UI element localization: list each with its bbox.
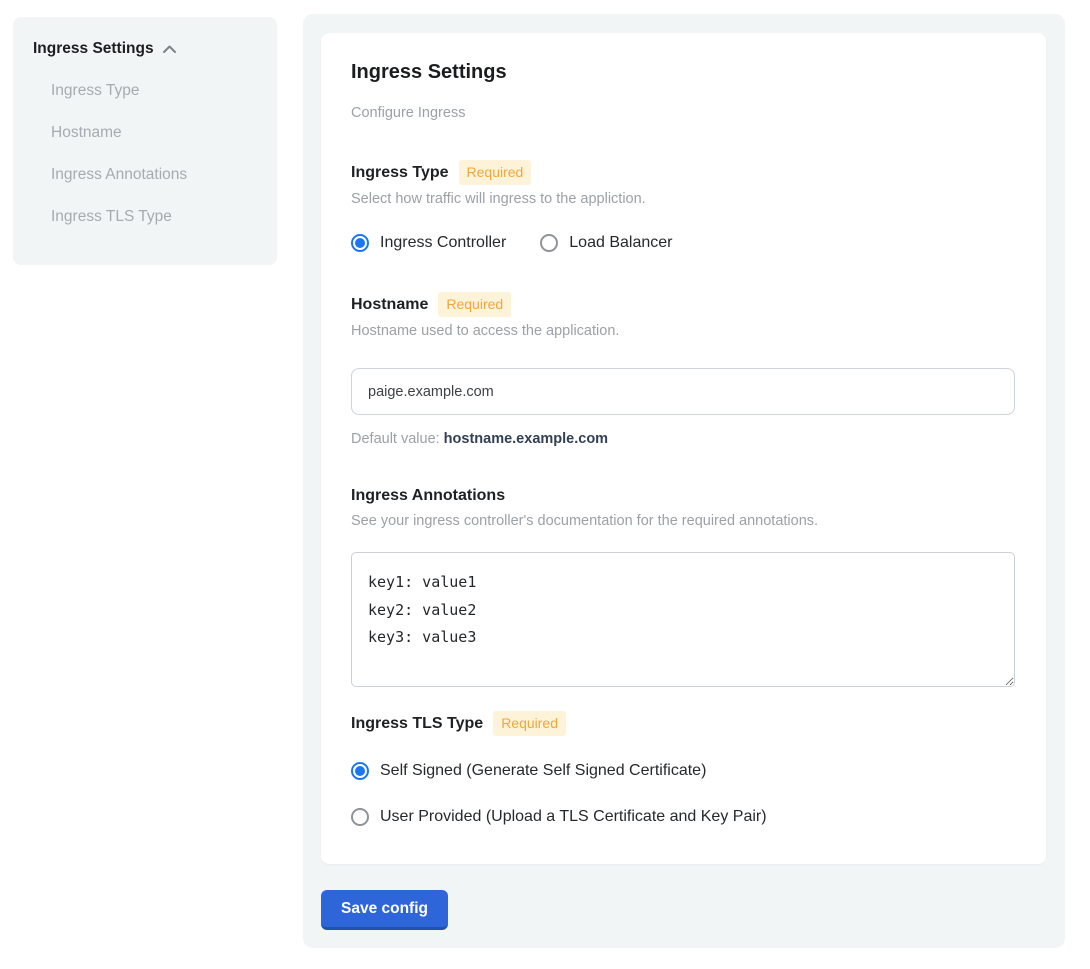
sidebar-item-ingress-type[interactable]: Ingress Type bbox=[51, 81, 257, 101]
field-ingress-type: Ingress Type Required Select how traffic… bbox=[351, 160, 1016, 254]
radio-option-load-balancer[interactable]: Load Balancer bbox=[540, 232, 672, 254]
default-value-text: hostname.example.com bbox=[444, 431, 608, 447]
ingress-tls-type-label: Ingress TLS Type bbox=[351, 713, 483, 735]
chevron-up-icon[interactable] bbox=[162, 44, 177, 55]
ingress-type-radio-group: Ingress Controller Load Balancer bbox=[351, 232, 1016, 254]
required-badge: Required bbox=[438, 292, 511, 317]
field-hostname: Hostname Required Hostname used to acces… bbox=[351, 292, 1016, 447]
sidebar-item-ingress-annotations[interactable]: Ingress Annotations bbox=[51, 165, 257, 185]
hostname-default-line: Default value:hostname.example.com bbox=[351, 431, 1016, 447]
ingress-controller-radio[interactable] bbox=[351, 234, 369, 252]
radio-option-ingress-controller[interactable]: Ingress Controller bbox=[351, 232, 506, 254]
ingress-annotations-label: Ingress Annotations bbox=[351, 485, 505, 507]
save-config-button[interactable]: Save config bbox=[321, 890, 448, 930]
ingress-settings-panel: Ingress Settings Configure Ingress Ingre… bbox=[303, 14, 1065, 948]
settings-sidebar: Ingress Settings Ingress Type Hostname I… bbox=[13, 17, 277, 265]
hostname-label: Hostname bbox=[351, 294, 428, 316]
load-balancer-radio[interactable] bbox=[540, 234, 558, 252]
field-ingress-annotations: Ingress Annotations See your ingress con… bbox=[351, 485, 1016, 687]
radio-label: Load Balancer bbox=[569, 232, 672, 254]
page-subtitle: Configure Ingress bbox=[351, 104, 1016, 122]
ingress-type-label: Ingress Type bbox=[351, 162, 449, 184]
radio-label: User Provided (Upload a TLS Certificate … bbox=[380, 806, 767, 828]
sidebar-item-hostname[interactable]: Hostname bbox=[51, 123, 257, 143]
radio-label: Ingress Controller bbox=[380, 232, 506, 254]
tls-type-radio-group: Self Signed (Generate Self Signed Certif… bbox=[351, 760, 1016, 828]
page-title: Ingress Settings bbox=[351, 60, 1016, 84]
radio-option-self-signed[interactable]: Self Signed (Generate Self Signed Certif… bbox=[351, 760, 1016, 782]
sidebar-item-ingress-tls-type[interactable]: Ingress TLS Type bbox=[51, 207, 257, 227]
ingress-annotations-textarea[interactable]: key1: value1 key2: value2 key3: value3 bbox=[351, 552, 1015, 687]
field-ingress-tls-type: Ingress TLS Type Required Self Signed (G… bbox=[351, 711, 1016, 828]
user-provided-radio[interactable] bbox=[351, 808, 369, 826]
ingress-type-help: Select how traffic will ingress to the a… bbox=[351, 190, 1016, 208]
radio-label: Self Signed (Generate Self Signed Certif… bbox=[380, 760, 706, 782]
ingress-annotations-help: See your ingress controller's documentat… bbox=[351, 512, 1016, 530]
self-signed-radio[interactable] bbox=[351, 762, 369, 780]
required-badge: Required bbox=[493, 711, 566, 736]
radio-option-user-provided[interactable]: User Provided (Upload a TLS Certificate … bbox=[351, 806, 1016, 828]
sidebar-section-ingress-settings[interactable]: Ingress Settings bbox=[33, 39, 257, 59]
sidebar-item-list: Ingress Type Hostname Ingress Annotation… bbox=[33, 81, 257, 227]
ingress-settings-card: Ingress Settings Configure Ingress Ingre… bbox=[321, 33, 1046, 864]
required-badge: Required bbox=[459, 160, 532, 185]
hostname-input[interactable] bbox=[351, 368, 1015, 415]
sidebar-section-title: Ingress Settings bbox=[33, 39, 154, 59]
hostname-help: Hostname used to access the application. bbox=[351, 322, 1016, 340]
default-value-prefix: Default value: bbox=[351, 431, 440, 447]
